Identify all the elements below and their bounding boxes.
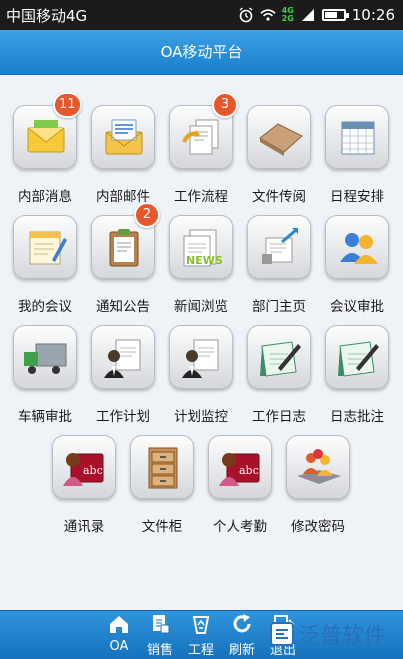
module-icon-tile[interactable] <box>325 105 389 169</box>
brand-watermark: 泛普软件 <box>270 612 403 656</box>
page-title: OA移动平台 <box>160 43 243 61</box>
pen-notebook-icon <box>338 341 379 377</box>
module-internal-message[interactable]: 11 内部消息 <box>10 75 82 205</box>
module-icon-tile[interactable] <box>247 215 311 279</box>
brand-logo-icon <box>270 622 294 646</box>
notification-badge: 3 <box>212 92 238 118</box>
nav-label: 刷新 <box>228 643 255 658</box>
module-icon-tile[interactable] <box>91 105 155 169</box>
network-type-icon: 4G 2G <box>281 6 294 23</box>
module-meeting-approve[interactable]: 会议审批 <box>322 185 392 315</box>
nav-project[interactable]: 工程 <box>181 613 221 659</box>
module-file-review[interactable]: 文件传阅 <box>244 75 314 205</box>
module-file-cabinet[interactable]: 文件柜 <box>127 405 197 535</box>
carrier-label: 中国移动4G <box>6 6 88 25</box>
people-group-icon <box>340 233 378 264</box>
clock: 10:26 <box>351 6 395 24</box>
module-icon-tile[interactable] <box>325 325 389 389</box>
module-icon-tile[interactable] <box>13 325 77 389</box>
nav-label: 销售 <box>146 643 173 658</box>
calendar-icon <box>341 121 375 155</box>
status-bar: 中国移动4G 4G 2G 10:26 <box>0 0 403 30</box>
nav-label: OA <box>109 639 129 654</box>
module-vehicle-approve[interactable]: 车辆审批 <box>10 295 80 425</box>
news-icon: NEWS <box>183 229 223 267</box>
module-icon-tile[interactable] <box>91 325 155 389</box>
truck-icon <box>24 343 67 374</box>
home-icon <box>110 616 128 633</box>
module-icon-tile[interactable] <box>13 215 77 279</box>
folder-brown-icon <box>259 123 303 156</box>
module-icon-tile[interactable] <box>247 105 311 169</box>
notepad-pencil-icon <box>29 231 67 265</box>
module-icon-tile[interactable]: NEWS <box>169 215 233 279</box>
module-internal-mail[interactable]: 内部邮件 <box>88 75 158 205</box>
module-contacts[interactable]: abc 通讯录 <box>49 405 119 535</box>
module-work-log[interactable]: 工作日志 <box>244 295 314 425</box>
app-header: OA移动平台 <box>0 30 403 75</box>
recycle-icon <box>192 616 210 634</box>
nav-oa[interactable]: OA <box>99 613 139 659</box>
svg-text:abc: abc <box>83 464 103 477</box>
address-book-icon: abc <box>219 453 260 486</box>
module-icon-tile[interactable]: abc <box>52 435 116 499</box>
module-dept-home[interactable]: 部门主页 <box>244 185 314 315</box>
module-icon-tile[interactable] <box>247 325 311 389</box>
sales-doc-icon <box>153 615 170 634</box>
module-change-password[interactable]: 修改密码 <box>283 405 353 535</box>
signal-icon <box>301 9 314 21</box>
battery-icon <box>321 9 349 21</box>
nav-refresh[interactable]: 刷新 <box>222 613 262 659</box>
address-book-icon: abc <box>63 453 104 486</box>
module-my-meetings[interactable]: 我的会议 <box>10 185 80 315</box>
module-icon-tile[interactable]: abc <box>208 435 272 499</box>
module-label: 通讯录 <box>63 519 105 535</box>
module-label: 文件柜 <box>141 519 183 535</box>
notification-badge: 11 <box>53 92 82 118</box>
mail-letter-icon <box>105 119 143 155</box>
alarm-icon <box>239 7 253 23</box>
brand-watermark-text: 泛普软件 <box>298 624 387 649</box>
svg-text:abc: abc <box>239 464 259 477</box>
status-icons: 4G 2G 10:26 <box>238 6 395 24</box>
module-icon-tile[interactable] <box>130 435 194 499</box>
notification-badge: 2 <box>134 202 160 228</box>
module-icon-tile[interactable] <box>286 435 350 499</box>
module-label: 个人考勤 <box>213 519 267 535</box>
module-workflow[interactable]: 3 工作流程 <box>166 75 238 205</box>
module-schedule[interactable]: 日程安排 <box>322 75 392 205</box>
nav-label: 工程 <box>187 643 214 658</box>
person-document-icon <box>182 339 219 378</box>
person-document-icon <box>104 339 141 378</box>
nav-sales[interactable]: 销售 <box>140 613 180 659</box>
module-plan-monitor[interactable]: 计划监控 <box>166 295 236 425</box>
module-attendance[interactable]: abc 个人考勤 <box>205 405 275 535</box>
module-grid: 11 内部消息 内部邮件 3 工作流程 文件传阅 日程安排我的会议 2 通知公告 NEWS 新闻浏览… <box>0 75 403 610</box>
module-work-plan[interactable]: 工作计划 <box>88 295 158 425</box>
module-icon-tile[interactable] <box>169 325 233 389</box>
module-news[interactable]: NEWS 新闻浏览 <box>166 185 236 315</box>
file-cabinet-icon <box>148 447 178 489</box>
refresh-icon <box>233 614 251 633</box>
module-notices[interactable]: 2 通知公告 <box>88 185 160 315</box>
module-label: 修改密码 <box>291 519 345 535</box>
svg-text:NEWS: NEWS <box>186 254 223 267</box>
users-key-icon <box>297 449 341 484</box>
module-icon-tile[interactable] <box>325 215 389 279</box>
pen-notebook-icon <box>260 341 301 377</box>
module-log-annotate[interactable]: 日志批注 <box>322 295 392 425</box>
dept-arrow-icon <box>262 228 298 264</box>
wifi-icon <box>259 9 276 21</box>
